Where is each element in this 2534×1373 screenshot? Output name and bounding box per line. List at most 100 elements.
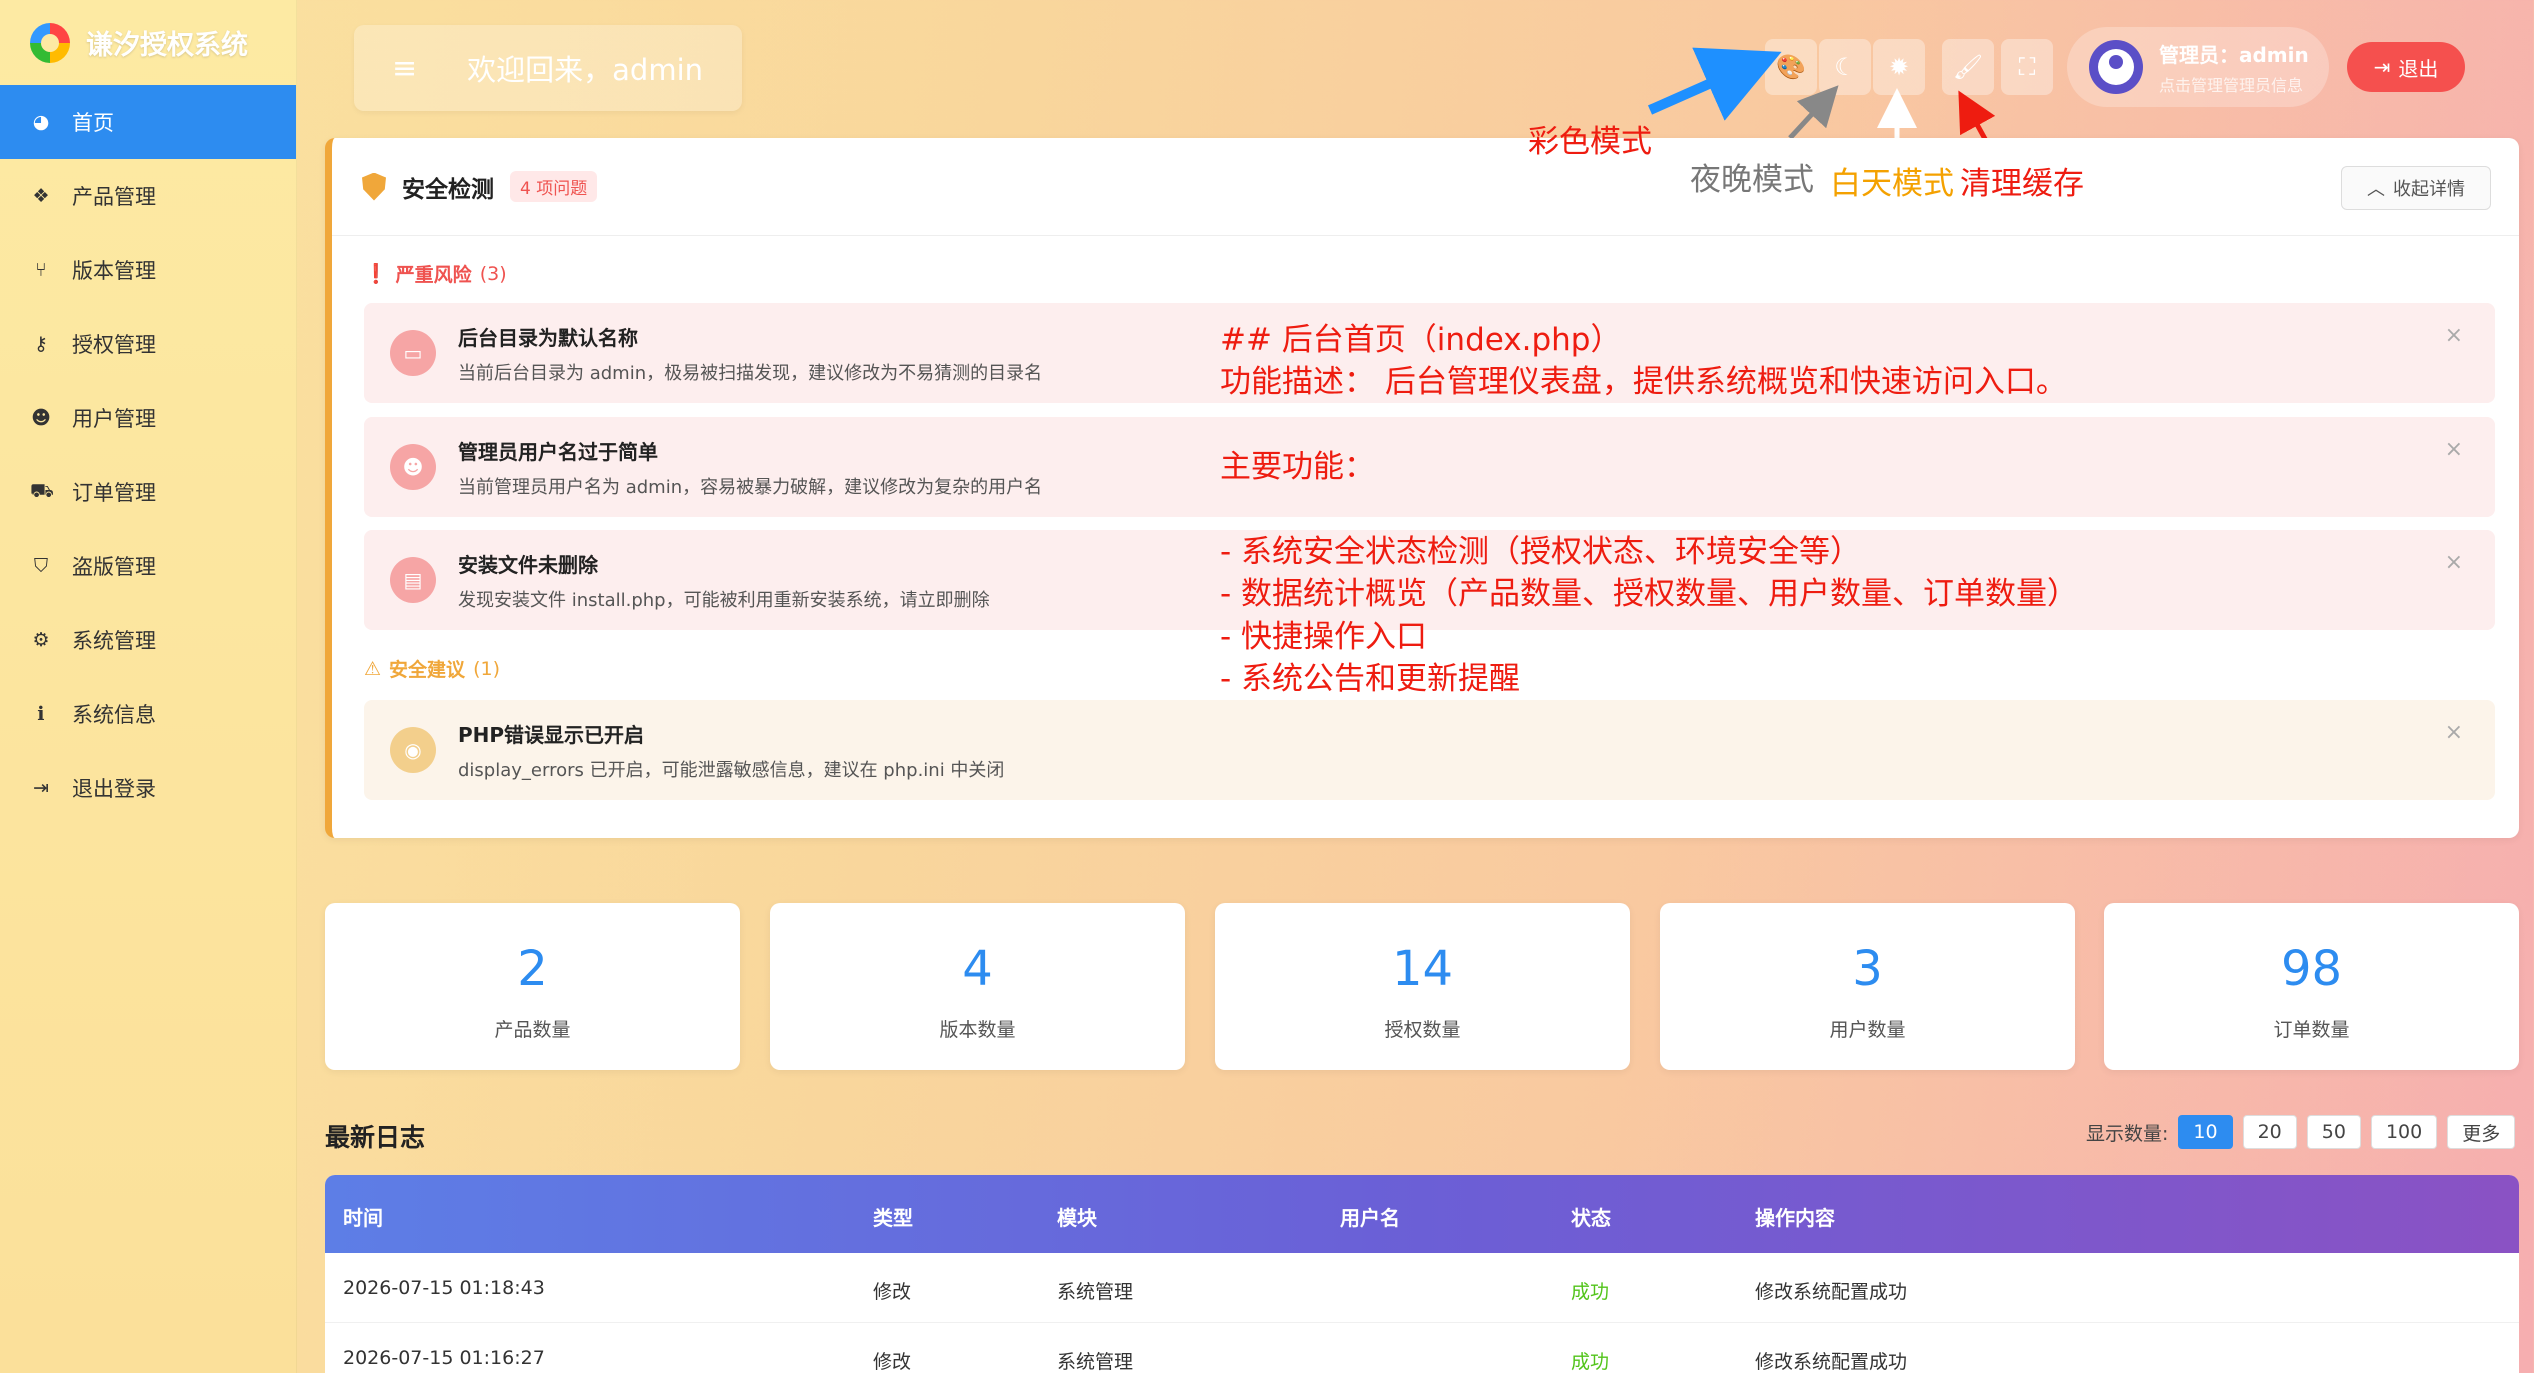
doc-feature-item: - 快捷操作入口 — [1220, 619, 1428, 655]
app-title: 谦汐授权系统 — [86, 30, 248, 61]
shield-icon — [362, 172, 386, 201]
collapse-label: 收起详情 — [2393, 179, 2465, 200]
logout-button[interactable]: ⇥ 退出 — [2347, 42, 2465, 92]
cart-icon: ⛟ — [30, 479, 54, 502]
color-mode-annotation: 彩色模式 — [1528, 124, 1652, 160]
stat-value: 14 — [1391, 941, 1454, 997]
column-header[interactable]: 类型 — [873, 1202, 913, 1231]
stat-label: 产品数量 — [494, 1019, 571, 1041]
doc-feature-item: - 系统公告和更新提醒 — [1220, 661, 1521, 697]
doc-description: 功能描述： 后台管理仪表盘，提供系统概览和快速访问入口。 — [1220, 364, 2067, 400]
cell-status: 成功 — [1571, 1281, 1610, 1303]
app-logo[interactable]: 谦汐授权系统 — [0, 0, 296, 85]
logo-icon — [30, 22, 70, 63]
page-size-label: 显示数量: — [2086, 1122, 2169, 1145]
security-panel: 安全检测 4 项问题 ︿ 收起详情 ❗ 严重风险 (3) ▭ 后台目录为默认名称… — [325, 138, 2519, 838]
logs-title: 最新日志 — [325, 1123, 426, 1152]
table-row[interactable]: 2026-07-15 01:16:27 修改 系统管理 成功 修改系统配置成功 — [325, 1323, 2519, 1373]
file-delete-icon: ▤ — [390, 557, 436, 603]
sidebar-item-logout[interactable]: ⇥ 退出登录 — [0, 751, 296, 825]
key-icon: ⚷ — [34, 333, 48, 355]
sidebar-item-label: 盗版管理 — [72, 555, 156, 579]
night-mode-annotation: 夜晚模式 — [1690, 162, 1814, 198]
stat-card-users[interactable]: 3 用户数量 — [1660, 903, 2075, 1070]
sidebar-item-home[interactable]: ◕ 首页 — [0, 85, 296, 159]
page-size-50[interactable]: 50 — [2306, 1115, 2361, 1149]
fullscreen-button[interactable]: ⛶ — [2001, 39, 2053, 95]
dashboard-icon: ◕ — [32, 111, 50, 133]
expand-icon: ⛶ — [2018, 53, 2036, 81]
admin-subtitle: 点击管理管理员信息 — [2159, 75, 2304, 95]
sidebar-item-label: 系统管理 — [72, 629, 156, 653]
table-row[interactable]: 2026-07-15 01:18:43 修改 系统管理 成功 修改系统配置成功 — [325, 1253, 2519, 1323]
night-mode-arrow — [1788, 85, 1839, 140]
clear-cache-button[interactable]: 🖌 — [1942, 39, 1994, 95]
logout-label: 退出 — [2398, 56, 2439, 81]
risk-item: ☻ 管理员用户名过于简单 当前管理员用户名为 admin，容易被暴力破解，建议修… — [364, 417, 2495, 517]
alert-circle-icon: ❗ — [364, 263, 388, 285]
broom-icon: 🖌 — [1952, 53, 1984, 81]
cell-time: 2026-07-15 01:16:27 — [343, 1347, 545, 1369]
cell-time: 2026-07-15 01:18:43 — [343, 1277, 545, 1299]
stat-value: 3 — [1852, 941, 1883, 997]
sidebar: 谦汐授权系统 ◕ 首页 ❖ 产品管理 ⑂ 版本管理 ⚷ 授权管理 ☻ 用户管理 … — [0, 0, 297, 1373]
risk-title: PHP错误显示已开启 — [458, 722, 645, 747]
sidebar-item-label: 用户管理 — [72, 407, 156, 431]
stat-card-products[interactable]: 2 产品数量 — [325, 903, 740, 1070]
stat-value: 98 — [2280, 941, 2343, 997]
page-size-10[interactable]: 10 — [2178, 1115, 2233, 1149]
stat-card-orders[interactable]: 98 订单数量 — [2104, 903, 2519, 1070]
user-lock-icon: ☻ — [390, 444, 436, 490]
users-icon: ☻ — [31, 407, 51, 429]
color-mode-button[interactable]: 🎨 — [1765, 39, 1817, 95]
doc-feature-item: - 系统安全状态检测（授权状态、环境安全等） — [1220, 534, 1862, 570]
stat-value: 4 — [962, 941, 993, 997]
day-mode-button[interactable]: ✹ — [1873, 39, 1925, 95]
close-icon[interactable]: × — [2445, 323, 2463, 348]
sidebar-item-label: 退出登录 — [72, 777, 156, 801]
menu-toggle-icon[interactable]: ≡ — [392, 51, 417, 86]
sidebar-item-versions[interactable]: ⑂ 版本管理 — [0, 233, 296, 307]
sidebar-item-products[interactable]: ❖ 产品管理 — [0, 159, 296, 233]
avatar — [2089, 40, 2143, 94]
cell-content: 修改系统配置成功 — [1755, 1351, 1908, 1373]
gear-icon: ⚙ — [32, 629, 50, 651]
collapse-button[interactable]: ︿ 收起详情 — [2341, 166, 2491, 210]
column-header[interactable]: 用户名 — [1340, 1202, 1400, 1231]
close-icon[interactable]: × — [2445, 720, 2463, 745]
cell-status: 成功 — [1571, 1351, 1610, 1373]
page-size-20[interactable]: 20 — [2242, 1115, 2297, 1149]
cell-type: 修改 — [873, 1351, 912, 1373]
cell-type: 修改 — [873, 1281, 912, 1303]
risk-title: 后台目录为默认名称 — [458, 325, 638, 350]
sidebar-item-label: 系统信息 — [72, 703, 156, 727]
page-size-100[interactable]: 100 — [2370, 1115, 2438, 1149]
sidebar-item-label: 订单管理 — [72, 481, 156, 505]
close-icon[interactable]: × — [2445, 437, 2463, 462]
column-header[interactable]: 时间 — [343, 1202, 383, 1231]
suggest-label-text: 安全建议 — [389, 659, 466, 681]
admin-profile[interactable]: 管理员：admin 点击管理管理员信息 — [2067, 27, 2329, 107]
cell-content: 修改系统配置成功 — [1755, 1281, 1908, 1303]
stat-card-licenses[interactable]: 14 授权数量 — [1215, 903, 1630, 1070]
night-mode-button[interactable]: ☾ — [1819, 39, 1871, 95]
sidebar-item-label: 产品管理 — [72, 185, 156, 209]
sidebar-item-orders[interactable]: ⛟ 订单管理 — [0, 455, 296, 529]
sidebar-item-piracy[interactable]: ⛉ 盗版管理 — [0, 529, 296, 603]
palette-icon: 🎨 — [1776, 53, 1806, 81]
severe-count: (3) — [479, 262, 507, 285]
column-header[interactable]: 操作内容 — [1755, 1202, 1835, 1231]
clear-cache-annotation: 清理缓存 — [1960, 166, 2084, 202]
sidebar-item-system[interactable]: ⚙ 系统管理 — [0, 603, 296, 677]
sidebar-item-sysinfo[interactable]: ℹ 系统信息 — [0, 677, 296, 751]
welcome-text: 欢迎回来，admin — [467, 53, 704, 87]
sidebar-item-users[interactable]: ☻ 用户管理 — [0, 381, 296, 455]
column-header[interactable]: 状态 — [1571, 1202, 1611, 1231]
close-icon[interactable]: × — [2445, 550, 2463, 575]
column-header[interactable]: 模块 — [1057, 1202, 1097, 1231]
page-size-more[interactable]: 更多 — [2447, 1115, 2516, 1149]
sidebar-item-licenses[interactable]: ⚷ 授权管理 — [0, 307, 296, 381]
warning-icon: ⚠ — [364, 657, 382, 680]
suggestion-label: ⚠ 安全建议 (1) — [364, 655, 500, 682]
stat-card-versions[interactable]: 4 版本数量 — [770, 903, 1185, 1070]
